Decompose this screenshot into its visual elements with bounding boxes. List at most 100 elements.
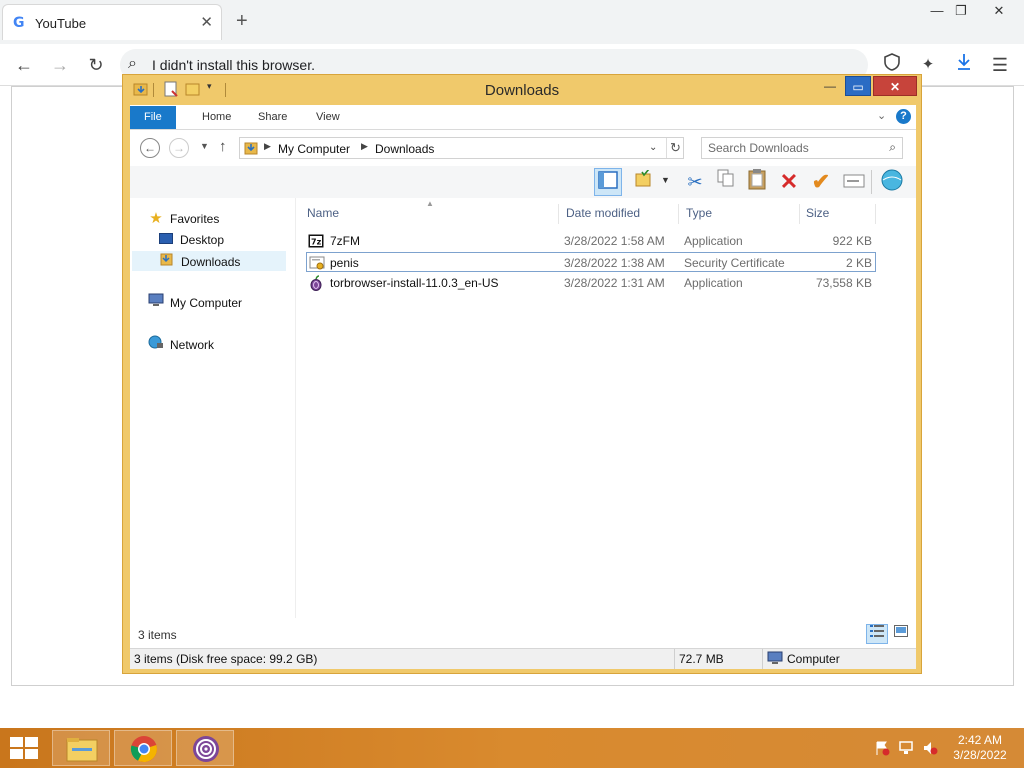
nav-my-computer[interactable]: My Computer: [148, 293, 288, 313]
menu-icon[interactable]: ☰: [988, 53, 1012, 77]
start-windows-icon[interactable]: [10, 737, 38, 759]
taskbar-clock[interactable]: 2:42 AM 3/28/2022: [944, 733, 1016, 763]
star-icon: ★: [149, 210, 163, 227]
large-icons-view-icon: [894, 625, 908, 637]
browser-close-button[interactable]: ✕: [982, 0, 1016, 22]
network-tray-icon[interactable]: [898, 740, 914, 756]
globe-icon: [881, 169, 903, 191]
file-type: Security Certificate: [684, 256, 785, 270]
volume-muted-icon[interactable]: [922, 740, 938, 756]
file-row[interactable]: penis 3/28/2022 1:38 AM Security Certifi…: [306, 252, 876, 272]
browser-tabstrip: G YouTube ✕ + — ❐ ✕: [0, 0, 1024, 44]
refresh-icon[interactable]: ↻: [666, 138, 684, 158]
search-icon: ⌕: [128, 55, 137, 72]
internet-button[interactable]: [878, 168, 906, 196]
computer-icon: [767, 651, 783, 664]
recent-locations-icon[interactable]: ▼: [200, 141, 209, 151]
status-size: 72.7 MB: [674, 649, 762, 669]
column-header-name[interactable]: Name: [300, 198, 558, 228]
new-tab-button[interactable]: +: [236, 10, 248, 33]
tab-close-icon[interactable]: ✕: [200, 13, 213, 31]
folder-options-button[interactable]: [630, 168, 658, 196]
chrome-icon: [130, 736, 157, 763]
browser-restore-button[interactable]: ❐: [944, 0, 978, 22]
address-dropdown-icon[interactable]: ⌄: [649, 142, 657, 153]
item-count-bar: 3 items: [130, 620, 916, 648]
folder-check-icon: [635, 168, 651, 187]
file-explorer-icon: [66, 738, 98, 762]
breadcrumb-downloads[interactable]: Downloads: [375, 142, 434, 156]
column-header-date[interactable]: Date modified: [559, 198, 678, 228]
properties-button[interactable]: [840, 168, 868, 196]
file-size: 922 KB: [832, 234, 872, 248]
action-center-flag-icon[interactable]: [874, 740, 890, 756]
status-location: Computer: [762, 649, 912, 669]
toolbar-separator: [871, 170, 872, 194]
taskbar-tor-browser[interactable]: [176, 730, 234, 766]
navigation-pane: ★ Favorites Desktop Downloads My Computer…: [130, 198, 290, 620]
7zip-icon: 7z: [308, 234, 324, 248]
search-box[interactable]: ⌕: [701, 137, 903, 159]
help-icon[interactable]: ?: [896, 109, 911, 124]
search-icon: ⌕: [889, 140, 896, 154]
file-date: 3/28/2022 1:58 AM: [564, 234, 665, 248]
forward-icon[interactable]: →: [169, 138, 189, 158]
copy-button[interactable]: [712, 168, 740, 196]
large-icons-view-button[interactable]: [890, 624, 912, 644]
explorer-close-button[interactable]: ✕: [873, 76, 917, 96]
column-header-size[interactable]: Size: [799, 198, 875, 228]
search-input[interactable]: [708, 141, 878, 155]
network-icon: [148, 335, 164, 355]
file-row[interactable]: 7z 7zFM 3/28/2022 1:58 AM Application 92…: [306, 231, 876, 251]
column-divider[interactable]: [875, 204, 876, 224]
taskbar-chrome[interactable]: [114, 730, 172, 766]
expand-ribbon-icon[interactable]: ⌄: [877, 109, 886, 122]
checkmark-icon: ✔: [811, 169, 831, 194]
back-arrow-icon[interactable]: ←: [12, 53, 36, 77]
tab-home[interactable]: Home: [188, 106, 245, 129]
nav-desktop-label: Desktop: [180, 233, 225, 247]
downloads-folder-icon: [159, 252, 175, 272]
nav-network[interactable]: Network: [148, 335, 288, 355]
file-size: 73,558 KB: [815, 276, 872, 290]
file-row[interactable]: torbrowser-install-11.0.3_en-US 3/28/202…: [306, 273, 876, 293]
google-favicon-icon: G: [13, 15, 25, 31]
paste-button[interactable]: [743, 168, 771, 196]
nav-favorites[interactable]: ★ Favorites: [148, 209, 288, 229]
tab-youtube[interactable]: G YouTube ✕: [2, 4, 222, 40]
explorer-minimize-button[interactable]: —: [817, 76, 843, 96]
explorer-titlebar[interactable]: ▾ Downloads — ▭ ✕: [123, 75, 921, 105]
svg-text:7z: 7z: [311, 238, 322, 247]
preview-pane-button[interactable]: [594, 168, 622, 196]
delete-x-icon: ✕: [779, 169, 799, 194]
up-arrow-icon[interactable]: ↑: [219, 138, 227, 155]
download-icon[interactable]: [952, 53, 976, 77]
tor-browser-icon: [193, 736, 219, 762]
nav-desktop[interactable]: Desktop: [158, 230, 286, 250]
column-header-type[interactable]: Type: [679, 198, 799, 228]
rename-button[interactable]: ✔: [807, 168, 835, 196]
cut-button[interactable]: ✂: [681, 168, 709, 196]
delete-button[interactable]: ✕: [775, 168, 803, 196]
status-bar: 3 items (Disk free space: 99.2 GB) 72.7 …: [130, 648, 916, 669]
breadcrumb-my-computer[interactable]: My Computer: [278, 142, 350, 156]
preview-pane-icon: [598, 171, 618, 189]
tab-share[interactable]: Share: [244, 106, 301, 129]
taskbar-file-explorer[interactable]: [52, 730, 110, 766]
navigation-bar: ← → ▼ ↑ ▶ My Computer ▶ Downloads ⌄ ↻ ⌕: [130, 130, 916, 166]
copy-icon: [717, 169, 734, 187]
window-title: Downloads: [484, 82, 560, 99]
nav-downloads[interactable]: Downloads: [132, 251, 286, 271]
forward-arrow-icon[interactable]: →: [48, 53, 72, 77]
tab-file[interactable]: File: [130, 106, 176, 129]
address-path-bar[interactable]: ▶ My Computer ▶ Downloads ⌄ ↻: [239, 137, 684, 159]
reload-icon[interactable]: ↻: [84, 53, 108, 77]
breadcrumb-chevron-icon[interactable]: ▶: [264, 141, 271, 152]
details-view-button[interactable]: [866, 624, 888, 644]
explorer-maximize-button[interactable]: ▭: [845, 76, 871, 96]
breadcrumb-chevron-icon[interactable]: ▶: [361, 141, 368, 152]
back-icon[interactable]: ←: [140, 138, 160, 158]
downloads-folder-icon: [244, 142, 258, 155]
options-dropdown-icon[interactable]: ▼: [661, 175, 670, 185]
tab-view[interactable]: View: [302, 106, 354, 129]
